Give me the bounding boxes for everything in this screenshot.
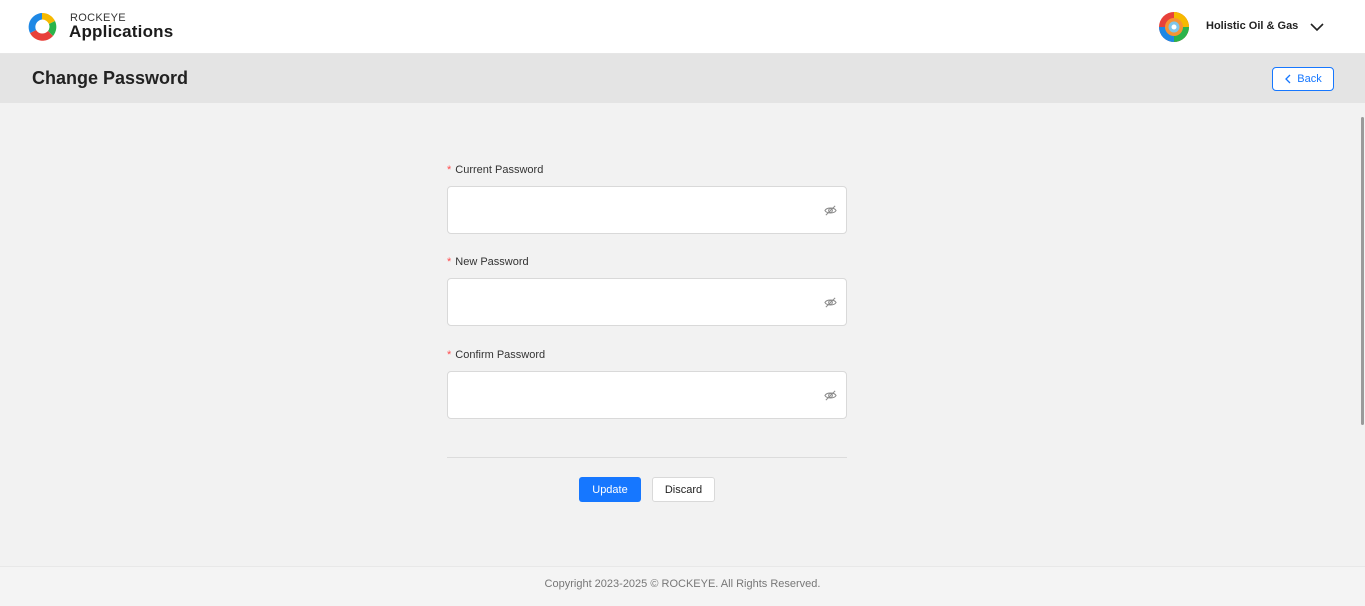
- copyright-text: Copyright 2023-2025 © ROCKEYE. All Right…: [544, 578, 821, 590]
- current-password-label-text: Current Password: [455, 164, 544, 176]
- chevron-left-icon: [1285, 74, 1291, 84]
- company-logo-icon[interactable]: [1158, 11, 1190, 43]
- scrollbar[interactable]: [1361, 117, 1364, 425]
- form-divider: [447, 457, 847, 458]
- chevron-down-icon[interactable]: [1309, 20, 1325, 34]
- confirm-password-label-text: Confirm Password: [455, 349, 546, 361]
- rockeye-logo-icon[interactable]: [25, 10, 59, 44]
- confirm-password-field[interactable]: [447, 371, 847, 419]
- eye-off-icon[interactable]: [824, 204, 837, 217]
- discard-button[interactable]: Discard: [652, 477, 715, 502]
- company-name[interactable]: Holistic Oil & Gas: [1206, 20, 1298, 32]
- required-marker: *: [447, 164, 452, 176]
- eye-off-icon[interactable]: [824, 296, 837, 309]
- current-password-field[interactable]: [447, 186, 847, 234]
- new-password-label-text: New Password: [455, 256, 529, 268]
- current-password-input[interactable]: [458, 187, 818, 233]
- required-marker: *: [447, 256, 452, 268]
- page-header: Change Password Back: [0, 54, 1365, 103]
- current-password-label: * Current Password: [447, 164, 543, 176]
- confirm-password-label: * Confirm Password: [447, 349, 545, 361]
- back-button-label: Back: [1297, 73, 1322, 85]
- required-marker: *: [447, 349, 452, 361]
- update-button[interactable]: Update: [579, 477, 641, 502]
- back-button[interactable]: Back: [1272, 67, 1334, 91]
- eye-off-icon[interactable]: [824, 389, 837, 402]
- top-bar: ROCKEYE Applications Holistic Oil & Gas: [0, 0, 1365, 54]
- new-password-field[interactable]: [447, 278, 847, 326]
- new-password-label: * New Password: [447, 256, 529, 268]
- page-title: Change Password: [32, 68, 189, 88]
- brand-title: Applications: [69, 22, 174, 41]
- confirm-password-input[interactable]: [458, 372, 818, 418]
- new-password-input[interactable]: [458, 279, 818, 325]
